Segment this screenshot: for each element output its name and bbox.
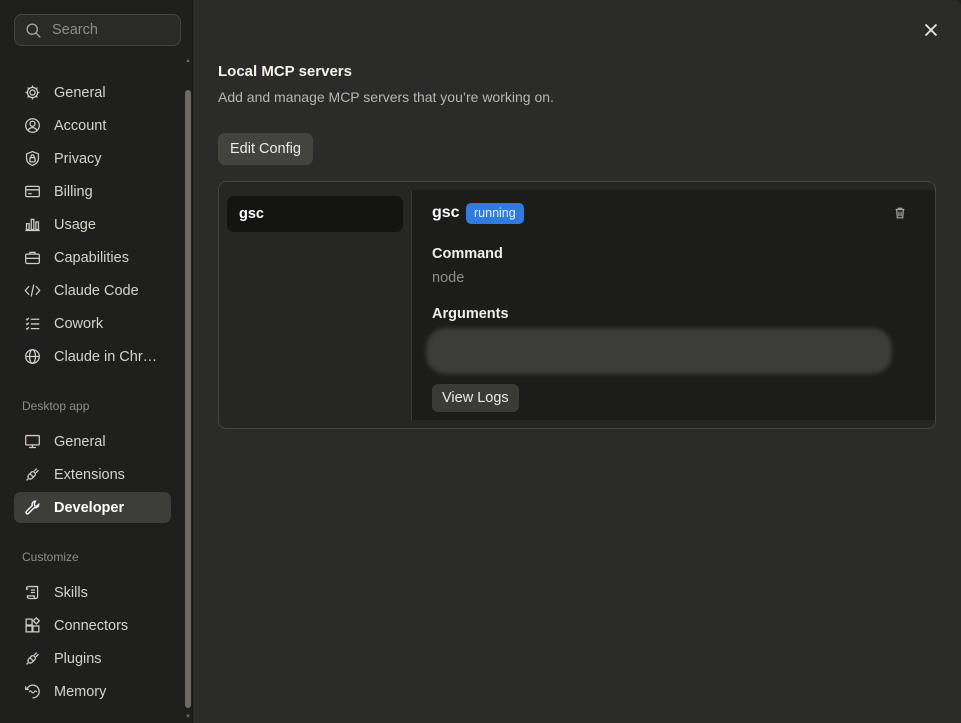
sidebar-item-connectors[interactable]: Connectors: [14, 610, 171, 641]
sidebar-item-developer[interactable]: Developer: [14, 492, 171, 523]
sidebar-item-general[interactable]: General: [14, 77, 171, 108]
lock-shield-icon: [23, 150, 41, 168]
customize-nav: Customize: [14, 547, 171, 567]
sidebar-item-label: Capabilities: [54, 249, 129, 266]
checklist-icon: [23, 315, 41, 333]
gear-icon: [23, 84, 41, 102]
sidebar-scrollbar[interactable]: ▲ ▼: [184, 58, 192, 720]
sidebar-item-label: General: [54, 433, 106, 450]
search-icon: [26, 22, 41, 38]
redacted-arguments: [426, 328, 892, 374]
sidebar-item-label: Cowork: [54, 315, 104, 332]
section-heading-desktop-app: Desktop app: [22, 399, 90, 413]
credit-card-icon: [23, 183, 41, 201]
search-input[interactable]: [52, 22, 172, 38]
sidebar-item-label: General: [54, 84, 106, 101]
sidebar-item-label: Plugins: [54, 650, 102, 667]
arguments-label: Arguments: [432, 306, 509, 322]
search-box[interactable]: [14, 14, 181, 46]
sidebar-item-claude-code[interactable]: Claude Code: [14, 275, 171, 306]
delete-server-button[interactable]: [893, 206, 909, 222]
sidebar-item-label: Connectors: [54, 617, 129, 634]
sidebar-item-extensions[interactable]: Extensions: [14, 459, 171, 490]
sidebar-item-label: Usage: [54, 216, 96, 233]
sidebar-item-label: Privacy: [54, 150, 102, 167]
settings-nav: General Account Privacy Billing Usage Ca…: [14, 77, 171, 374]
server-name: gsc: [432, 204, 460, 221]
desktop-app-nav: Desktop app: [14, 396, 171, 416]
sidebar-item-label: Developer: [54, 499, 125, 516]
briefcase-icon: [23, 249, 41, 267]
close-icon: [924, 23, 938, 37]
sidebar-item-label: Memory: [54, 683, 107, 700]
sidebar-item-usage[interactable]: Usage: [14, 209, 171, 240]
command-value: node: [432, 270, 465, 286]
status-badge: running: [466, 203, 524, 224]
sidebar-item-plugins[interactable]: Plugins: [14, 643, 171, 674]
sidebar-item-label: Claude in Chr…: [54, 348, 158, 365]
trash-icon: [895, 207, 905, 219]
sidebar-item-privacy[interactable]: Privacy: [14, 143, 171, 174]
customize-nav-items: Skills Connectors Plugins Memory: [14, 577, 171, 709]
sidebar-item-skills[interactable]: Skills: [14, 577, 171, 608]
sidebar-item-label: Claude Code: [54, 282, 139, 299]
command-label: Command: [432, 246, 503, 262]
mcp-servers-panel: gsc gsc running Command node Arguments V…: [218, 181, 936, 429]
bar-chart-icon: [23, 216, 41, 234]
settings-sidebar: General Account Privacy Billing Usage Ca…: [0, 0, 193, 723]
user-circle-icon: [23, 117, 41, 135]
server-list-item[interactable]: gsc: [227, 196, 403, 232]
scroll-down-arrow-icon[interactable]: ▼: [185, 714, 191, 720]
edit-config-button[interactable]: Edit Config: [218, 133, 313, 165]
sidebar-item-billing[interactable]: Billing: [14, 176, 171, 207]
sidebar-item-label: Billing: [54, 183, 93, 200]
close-button[interactable]: [921, 20, 941, 40]
memory-icon: [23, 683, 41, 701]
desktop-nav-items: General Extensions Developer: [14, 426, 171, 525]
sidebar-item-capabilities[interactable]: Capabilities: [14, 242, 171, 273]
sidebar-item-memory[interactable]: Memory: [14, 676, 171, 707]
sidebar-item-label: Skills: [54, 584, 88, 601]
section-heading-customize: Customize: [22, 550, 79, 564]
sidebar-item-desktop-general[interactable]: General: [14, 426, 171, 457]
blocks-icon: [23, 617, 41, 635]
wrench-icon: [23, 499, 41, 517]
sidebar-item-claude-in-chrome[interactable]: Claude in Chr…: [14, 341, 171, 372]
server-detail: gsc running Command node Arguments View …: [411, 190, 935, 420]
plug-icon: [23, 650, 41, 668]
page-title: Local MCP servers: [218, 63, 352, 80]
scroll-icon: [23, 584, 41, 602]
monitor-icon: [23, 433, 41, 451]
sidebar-item-label: Extensions: [54, 466, 125, 483]
page-subtitle: Add and manage MCP servers that you’re w…: [218, 89, 554, 105]
scroll-thumb[interactable]: [185, 90, 191, 708]
view-logs-button[interactable]: View Logs: [432, 384, 519, 412]
sidebar-item-label: Account: [54, 117, 107, 134]
globe-icon: [23, 348, 41, 366]
settings-content: Local MCP servers Add and manage MCP ser…: [193, 0, 961, 723]
scroll-up-arrow-icon[interactable]: ▲: [185, 58, 191, 64]
code-icon: [23, 282, 41, 300]
plug-icon: [23, 466, 41, 484]
sidebar-item-account[interactable]: Account: [14, 110, 171, 141]
sidebar-item-cowork[interactable]: Cowork: [14, 308, 171, 339]
